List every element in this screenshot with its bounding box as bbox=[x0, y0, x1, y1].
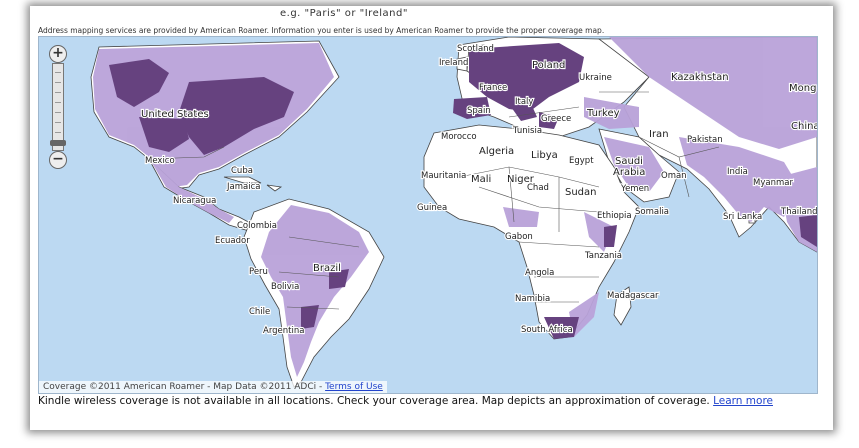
label-ethiopia: Ethiopia bbox=[597, 211, 632, 221]
label-myanmar: Myanmar bbox=[753, 178, 793, 188]
label-madagascar: Madagascar bbox=[607, 291, 659, 301]
label-morocco: Morocco bbox=[441, 132, 477, 142]
label-france: France bbox=[479, 83, 507, 93]
label-ukraine: Ukraine bbox=[579, 73, 612, 83]
label-turkey: Turkey bbox=[586, 108, 620, 119]
label-spain: Spain bbox=[467, 106, 491, 116]
label-argentina: Argentina bbox=[263, 326, 304, 336]
label-brazil: Brazil bbox=[313, 263, 341, 274]
zoom-tick bbox=[55, 132, 61, 133]
label-libya: Libya bbox=[531, 150, 558, 161]
label-algeria: Algeria bbox=[479, 146, 514, 157]
label-ireland: Ireland bbox=[439, 58, 468, 68]
label-guinea: Guinea bbox=[417, 203, 447, 213]
label-south-africa: South Africa bbox=[521, 325, 573, 335]
label-bolivia: Bolivia bbox=[271, 282, 299, 292]
label-arabia: Arabia bbox=[613, 167, 645, 178]
coverage-map-panel: e.g. "Paris" or "Ireland" Address mappin… bbox=[30, 6, 833, 430]
search-example-hint: e.g. "Paris" or "Ireland" bbox=[280, 8, 408, 19]
zoom-tick bbox=[55, 112, 61, 113]
label-thailand: Thailand bbox=[780, 207, 817, 217]
label-chad: Chad bbox=[527, 183, 549, 193]
label-ecuador: Ecuador bbox=[215, 236, 250, 246]
zoom-slider-track[interactable] bbox=[50, 63, 66, 151]
label-gabon: Gabon bbox=[505, 232, 533, 242]
credit-text: Coverage ©2011 American Roamer - Map Dat… bbox=[43, 382, 326, 392]
coverage-map[interactable]: Scotland Ireland Poland France Ukraine K… bbox=[38, 36, 818, 394]
zoom-control: + − bbox=[49, 45, 67, 169]
label-oman: Oman bbox=[661, 171, 687, 181]
label-sri-lanka: Sri Lanka bbox=[723, 212, 762, 222]
world-map-graphic: Scotland Ireland Poland France Ukraine K… bbox=[90, 37, 817, 388]
label-jamaica: Jamaica bbox=[226, 182, 260, 192]
label-egypt: Egypt bbox=[569, 156, 594, 166]
label-iran: Iran bbox=[649, 129, 669, 140]
zoom-tick bbox=[55, 92, 61, 93]
map-credit: Coverage ©2011 American Roamer - Map Dat… bbox=[39, 381, 387, 393]
coverage-disclaimer: Kindle wireless coverage is not availabl… bbox=[38, 395, 773, 407]
label-colombia: Colombia bbox=[237, 221, 277, 231]
label-tunisia: Tunisia bbox=[512, 126, 542, 136]
label-china: China bbox=[791, 121, 817, 132]
label-united-states: United States bbox=[141, 109, 209, 120]
learn-more-link[interactable]: Learn more bbox=[713, 395, 773, 407]
terms-of-use-link[interactable]: Terms of Use bbox=[325, 382, 383, 392]
zoom-in-button[interactable]: + bbox=[49, 45, 67, 63]
address-mapping-notice: Address mapping services are provided by… bbox=[38, 26, 605, 35]
label-saudi: Saudi bbox=[615, 156, 643, 167]
label-somalia: Somalia bbox=[635, 207, 669, 217]
label-greece: Greece bbox=[541, 114, 571, 124]
label-scotland: Scotland bbox=[457, 44, 494, 54]
zoom-tick bbox=[55, 72, 61, 73]
label-kazakhstan: Kazakhstan bbox=[671, 72, 729, 83]
label-angola: Angola bbox=[525, 268, 554, 278]
label-italy: Italy bbox=[515, 97, 533, 107]
label-namibia: Namibia bbox=[515, 294, 550, 304]
label-chile: Chile bbox=[249, 307, 270, 317]
label-peru: Peru bbox=[249, 267, 268, 277]
label-cuba: Cuba bbox=[231, 166, 253, 176]
label-mong: Mong bbox=[789, 83, 816, 94]
disclaimer-text: Kindle wireless coverage is not availabl… bbox=[38, 395, 714, 407]
zoom-tick bbox=[55, 102, 61, 103]
label-sudan: Sudan bbox=[565, 187, 597, 198]
label-yemen: Yemen bbox=[620, 184, 649, 194]
label-pakistan: Pakistan bbox=[687, 135, 723, 145]
label-poland: Poland bbox=[532, 60, 565, 71]
label-mali: Mali bbox=[471, 174, 491, 185]
zoom-slider-thumb[interactable] bbox=[50, 140, 66, 146]
label-india: India bbox=[727, 167, 748, 177]
zoom-out-button[interactable]: − bbox=[49, 151, 67, 169]
label-mauritania: Mauritania bbox=[421, 171, 466, 181]
zoom-tick bbox=[55, 122, 61, 123]
label-mexico: Mexico bbox=[145, 156, 175, 166]
label-tanzania: Tanzania bbox=[584, 251, 622, 261]
zoom-tick bbox=[55, 82, 61, 83]
label-nicaragua: Nicaragua bbox=[173, 196, 216, 206]
